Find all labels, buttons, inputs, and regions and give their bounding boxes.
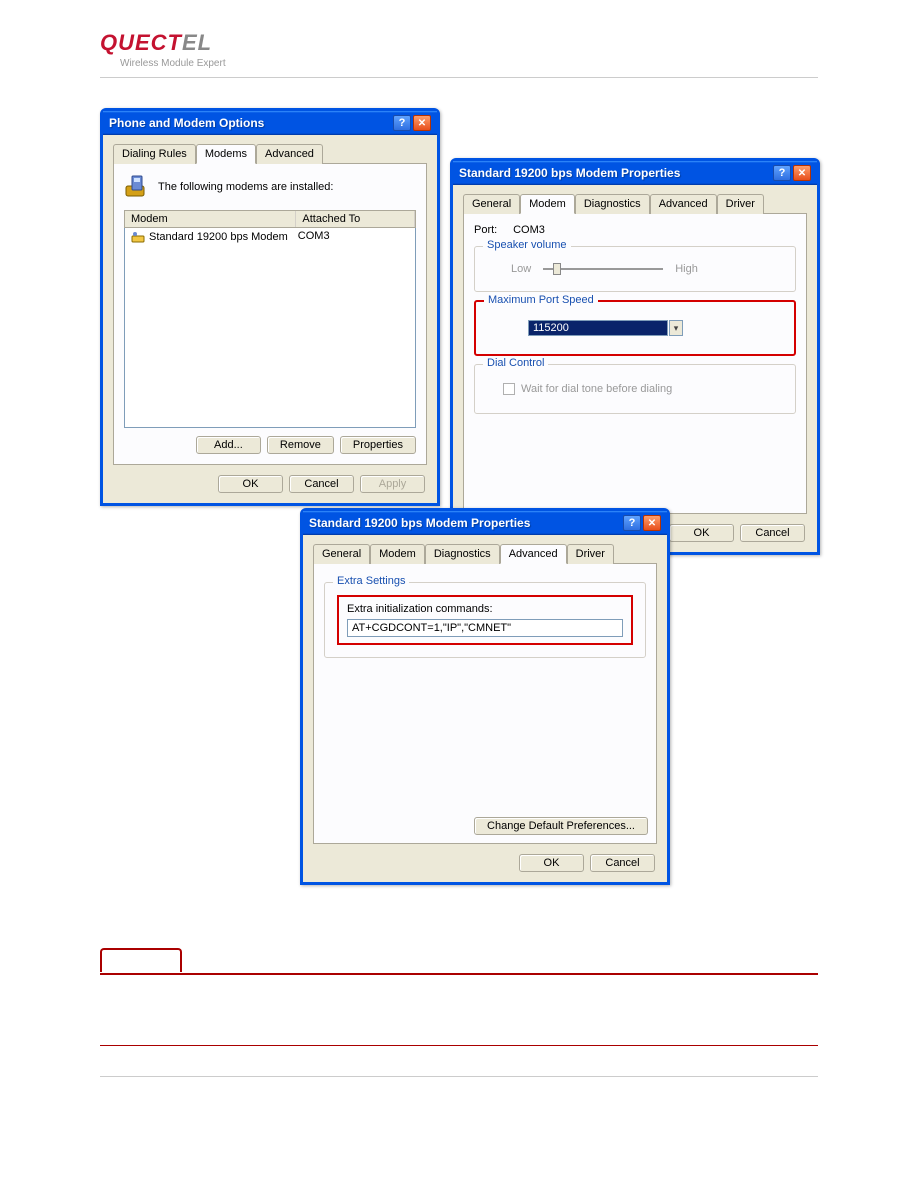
col-modem[interactable]: Modem (125, 211, 296, 227)
cancel-button[interactable]: Cancel (740, 524, 805, 542)
footer-divider (100, 1076, 818, 1077)
dialog-title: Phone and Modem Options (109, 116, 264, 130)
port-speed-select[interactable]: 115200 ▾ (528, 320, 668, 336)
tab-advanced[interactable]: Advanced (256, 144, 323, 164)
titlebar[interactable]: Standard 19200 bps Modem Properties (303, 511, 667, 535)
tab-panel: Extra Settings Extra initialization comm… (313, 564, 657, 844)
ok-button[interactable]: OK (519, 854, 584, 872)
modem-list[interactable]: Standard 19200 bps Modem COM3 (124, 228, 416, 428)
high-label: High (675, 263, 698, 275)
low-label: Low (511, 263, 531, 275)
tab-advanced[interactable]: Advanced (650, 194, 717, 214)
volume-slider[interactable] (543, 268, 663, 270)
page-header: QUECTEL Wireless Module Expert (100, 30, 818, 78)
logo-main: QUECT (100, 30, 182, 55)
modem-icon (131, 230, 145, 244)
tabs: General Modem Diagnostics Advanced Drive… (463, 193, 807, 214)
phone-modem-icon (124, 174, 150, 200)
tab-dialing-rules[interactable]: Dialing Rules (113, 144, 196, 164)
close-icon[interactable] (793, 165, 811, 181)
dialog-title: Standard 19200 bps Modem Properties (459, 166, 680, 180)
logo-tail: EL (182, 30, 212, 55)
col-attached[interactable]: Attached To (296, 211, 415, 227)
titlebar[interactable]: Standard 19200 bps Modem Properties (453, 161, 817, 185)
chevron-down-icon[interactable]: ▾ (669, 320, 683, 336)
modem-list-desc: The following modems are installed: (158, 181, 333, 193)
group-title: Extra Settings (333, 575, 409, 587)
note-tab (100, 948, 182, 972)
tab-modem[interactable]: Modem (520, 194, 575, 214)
list-header: Modem Attached To (124, 210, 416, 228)
dial-control-group: Dial Control Wait for dial tone before d… (474, 364, 796, 414)
note-section (100, 948, 818, 1046)
apply-button[interactable]: Apply (360, 475, 425, 493)
note-line (100, 1045, 818, 1046)
group-title: Speaker volume (483, 239, 571, 251)
port-label: Port: (474, 224, 510, 236)
phone-modem-dialog: Phone and Modem Options Dialing Rules Mo… (100, 108, 440, 506)
modem-port: COM3 (298, 230, 409, 244)
tab-advanced[interactable]: Advanced (500, 544, 567, 564)
cancel-button[interactable]: Cancel (590, 854, 655, 872)
add-button[interactable]: Add... (196, 436, 261, 454)
remove-button[interactable]: Remove (267, 436, 334, 454)
close-icon[interactable] (643, 515, 661, 531)
wait-dial-tone-checkbox[interactable] (503, 383, 515, 395)
checkbox-label: Wait for dial tone before dialing (521, 383, 672, 395)
modem-properties-dialog-modem: Standard 19200 bps Modem Properties Gene… (450, 158, 820, 555)
note-divider (100, 973, 818, 975)
tagline: Wireless Module Expert (120, 58, 818, 69)
properties-button[interactable]: Properties (340, 436, 416, 454)
tab-panel: Port: COM3 Speaker volume Low High (463, 214, 807, 514)
ok-button[interactable]: OK (218, 475, 283, 493)
tabs: Dialing Rules Modems Advanced (113, 143, 427, 164)
modem-properties-dialog-advanced: Standard 19200 bps Modem Properties Gene… (300, 508, 670, 885)
max-port-speed-group: Maximum Port Speed 115200 ▾ (474, 300, 796, 356)
change-default-prefs-button[interactable]: Change Default Preferences... (474, 817, 648, 835)
tab-driver[interactable]: Driver (717, 194, 764, 214)
tab-general[interactable]: General (313, 544, 370, 564)
tab-diagnostics[interactable]: Diagnostics (575, 194, 650, 214)
modem-name: Standard 19200 bps Modem (149, 231, 288, 243)
titlebar[interactable]: Phone and Modem Options (103, 111, 437, 135)
speed-value: 115200 (533, 322, 569, 334)
tab-general[interactable]: General (463, 194, 520, 214)
logo: QUECTEL (100, 30, 818, 56)
extra-settings-group: Extra Settings Extra initialization comm… (324, 582, 646, 658)
tab-modem[interactable]: Modem (370, 544, 425, 564)
extra-init-input[interactable] (347, 619, 623, 637)
group-title: Dial Control (483, 357, 548, 369)
tab-driver[interactable]: Driver (567, 544, 614, 564)
help-icon[interactable] (623, 515, 641, 531)
cancel-button[interactable]: Cancel (289, 475, 354, 493)
tab-diagnostics[interactable]: Diagnostics (425, 544, 500, 564)
extra-init-label: Extra initialization commands: (347, 603, 623, 615)
help-icon[interactable] (773, 165, 791, 181)
group-title: Maximum Port Speed (484, 294, 598, 306)
tab-panel: The following modems are installed: Mode… (113, 164, 427, 465)
help-icon[interactable] (393, 115, 411, 131)
close-icon[interactable] (413, 115, 431, 131)
ok-button[interactable]: OK (669, 524, 734, 542)
speaker-volume-group: Speaker volume Low High (474, 246, 796, 292)
tabs: General Modem Diagnostics Advanced Drive… (313, 543, 657, 564)
port-value: COM3 (513, 224, 545, 236)
list-item[interactable]: Standard 19200 bps Modem COM3 (125, 228, 415, 246)
slider-thumb[interactable] (553, 263, 561, 275)
tab-modems[interactable]: Modems (196, 144, 256, 164)
dialog-title: Standard 19200 bps Modem Properties (309, 516, 530, 530)
